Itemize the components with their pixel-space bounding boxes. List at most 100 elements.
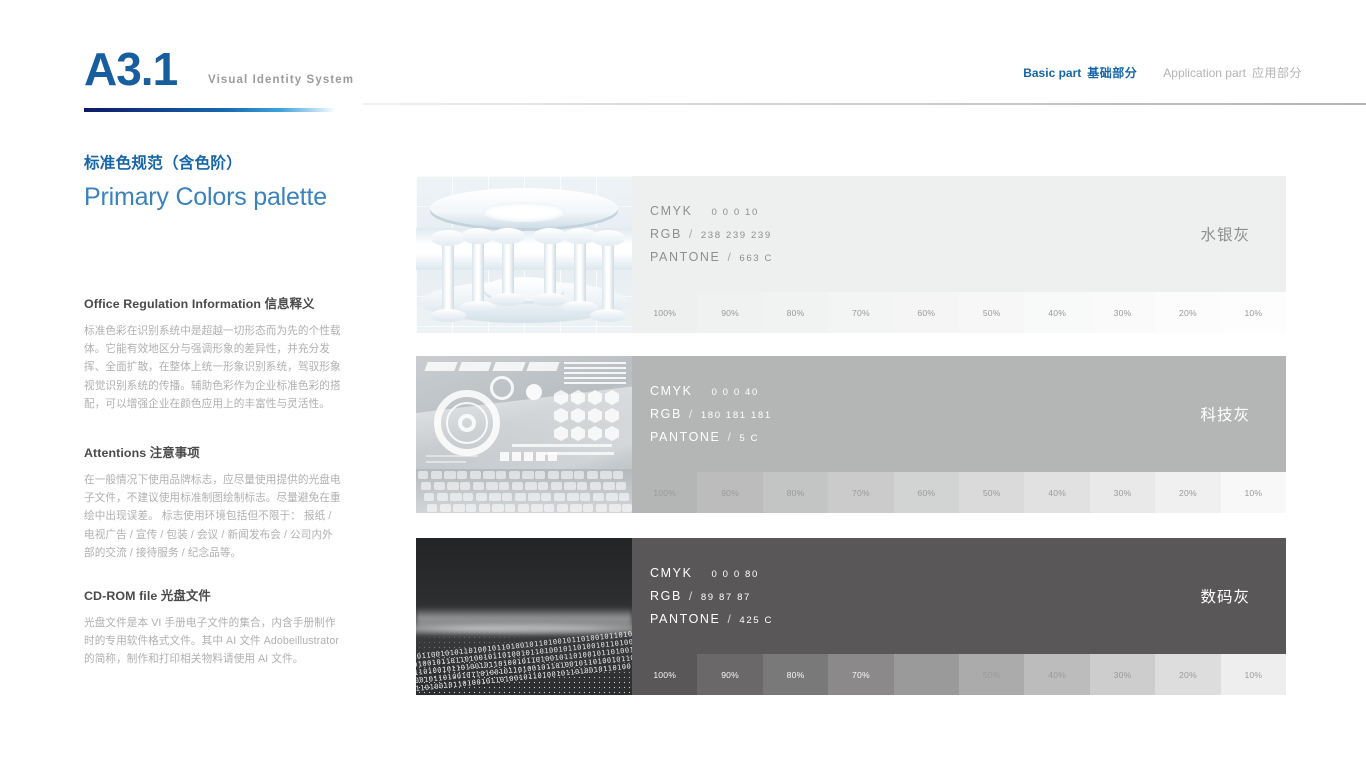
palette-spec-panel: CMYK / 0 0 0 80 RGB / 89 87 87 PANTONE /… <box>632 538 1286 654</box>
keyboard-key <box>587 471 598 479</box>
keyboard-key <box>418 471 428 479</box>
keyboard-key <box>421 482 431 490</box>
keyboard-key <box>509 471 520 479</box>
spec-separator: / <box>688 227 694 241</box>
tint-cell: 60% <box>893 472 960 513</box>
keyboard-key <box>505 504 515 512</box>
tint-cell: 70% <box>828 654 894 695</box>
room-ceiling-light <box>482 202 566 222</box>
palette-row-body: CMYK / 0 0 0 80 RGB / 89 87 87 PANTONE /… <box>632 538 1287 695</box>
keyboard-key <box>515 493 526 501</box>
header-divider-line <box>363 103 1366 105</box>
keyboard-key <box>486 482 498 490</box>
keyboard-key <box>473 482 484 490</box>
hexagon-icon <box>605 426 619 441</box>
spec-value-pantone: 425 C <box>739 615 774 626</box>
keyboard-key <box>557 504 568 512</box>
tint-cell: 90% <box>697 654 763 695</box>
spec-separator: / <box>688 407 694 421</box>
tint-cell: 50% <box>959 292 1025 333</box>
keyboard-key <box>613 471 623 479</box>
tint-cell: 60% <box>893 292 960 333</box>
keyboard-key <box>512 482 523 490</box>
spec-label-pantone: PANTONE <box>650 612 721 626</box>
spec-value-rgb: 89 87 87 <box>700 592 751 603</box>
keyboard-key <box>463 493 473 501</box>
tint-cell: 70% <box>828 472 894 513</box>
hexagon-icon <box>554 426 568 441</box>
info-block-cdrom-file: CD-ROM file 光盘文件 光盘文件是本 VI 手册电子文件的集合，内含手… <box>84 586 342 669</box>
tint-cell: 80% <box>762 472 829 513</box>
nav-item-application-part-en: Application part <box>1163 66 1246 80</box>
tint-cell: 90% <box>697 472 763 513</box>
keyboard-key <box>551 482 562 490</box>
keyboard-key <box>466 504 476 512</box>
tint-cell: 100% <box>632 292 698 333</box>
info-block-office-regulation: Office Regulation Information 信息释义 标准色彩在… <box>84 294 342 413</box>
spec-value-cmyk: 0 0 0 80 <box>711 569 759 580</box>
hexagon-icon <box>571 408 585 423</box>
spec-separator: / <box>727 612 733 626</box>
keyboard-key <box>531 504 543 512</box>
hud-dial-core-ring <box>458 414 476 432</box>
nav-item-basic-part[interactable]: Basic part 基础部分 <box>1023 64 1137 81</box>
keyboard-key <box>453 504 465 512</box>
room-column <box>460 228 496 314</box>
spec-separator: / <box>688 589 694 603</box>
keyboard-key <box>619 493 629 501</box>
tint-cell: 60% <box>893 654 960 695</box>
keyboard-key <box>609 504 621 512</box>
nav-item-basic-part-cn: 基础部分 <box>1087 66 1138 80</box>
info-block-attentions: Attentions 注意事项 在一般情况下使用品牌标志，应尽量使用提供的光盘电… <box>84 443 342 562</box>
nav-item-application-part[interactable]: Application part 应用部分 <box>1163 64 1302 81</box>
keyboard-key <box>450 493 462 501</box>
tint-cell: 70% <box>828 292 894 333</box>
hexagon-icon <box>605 390 619 405</box>
spec-line-pantone: PANTONE / 663 C <box>650 250 1286 264</box>
binary-photo-illustration: 1011001010110100101101001011010010110100… <box>416 538 632 695</box>
spec-value-rgb: 238 239 239 <box>700 230 772 241</box>
tint-cell: 100% <box>632 472 698 513</box>
keyboard-key <box>593 493 604 501</box>
hexagon-icon <box>554 390 568 405</box>
spec-separator: / <box>727 430 733 444</box>
hud-solid-circle <box>526 384 542 400</box>
hud-circuit-bar <box>426 455 478 457</box>
hud-tile-row <box>424 362 560 371</box>
section-title-en: Primary Colors palette <box>84 183 327 211</box>
info-block-body: 标准色彩在识别系统中是超越一切形态而为先的个性载体。它能有效地区分与强调形象的差… <box>84 325 341 410</box>
palette-spec-panel: CMYK / 0 0 0 10 RGB / 238 239 239 PANTON… <box>632 176 1286 292</box>
keyboard-key <box>476 493 487 501</box>
keyboard-key <box>437 493 448 501</box>
palette-color-name: 数码灰 <box>1200 589 1250 606</box>
tint-cell: 40% <box>1024 472 1090 513</box>
palette-color-name: 科技灰 <box>1200 407 1250 424</box>
hexagon-icon <box>588 390 602 405</box>
palette-spec-panel: CMYK / 0 0 0 40 RGB / 180 181 181 PANTON… <box>632 356 1286 472</box>
room-column <box>532 228 568 306</box>
keyboard-key <box>596 504 607 512</box>
spec-line-rgb: RGB / 180 181 181 <box>650 407 1286 421</box>
palette-row: CMYK / 0 0 0 40 RGB / 180 181 181 PANTON… <box>416 356 1287 513</box>
tint-cell: 20% <box>1155 472 1221 513</box>
nav-item-application-part-cn: 应用部分 <box>1251 66 1302 80</box>
keyboard-key <box>622 504 632 512</box>
hexagon-icon <box>588 426 602 441</box>
spec-line-pantone: PANTONE / 5 C <box>650 430 1286 444</box>
tint-cell: 20% <box>1155 654 1221 695</box>
tint-cell: 30% <box>1089 472 1156 513</box>
keyboard-key <box>561 471 573 479</box>
keyboard-key <box>525 482 537 490</box>
tint-cell: 50% <box>959 472 1025 513</box>
spec-line-rgb: RGB / 238 239 239 <box>650 227 1286 241</box>
keyboard-key <box>600 471 612 479</box>
palette-thumbnail-tech-hud <box>416 356 632 513</box>
spec-line-rgb: RGB / 89 87 87 <box>650 589 1286 603</box>
room-photo-illustration <box>416 176 632 333</box>
keyboard-key <box>577 482 587 490</box>
keyboard-key <box>603 482 615 490</box>
hud-photo-illustration <box>416 356 632 513</box>
keyboard-key <box>424 493 434 501</box>
tint-cell: 90% <box>697 292 763 333</box>
palette-row: 1011001010110100101101001011010010110100… <box>416 538 1287 695</box>
